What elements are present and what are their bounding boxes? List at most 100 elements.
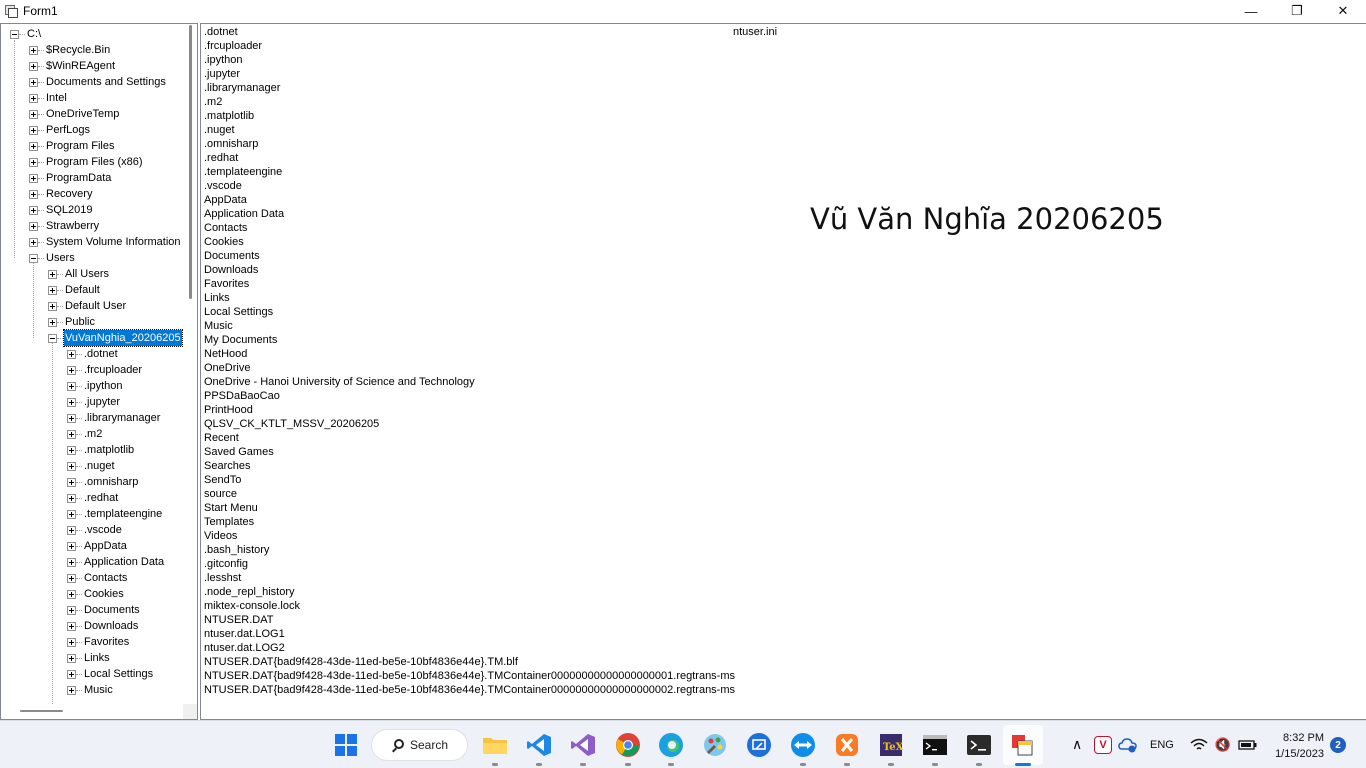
file-explorer-icon[interactable] (480, 730, 510, 760)
form-app-icon[interactable] (1008, 730, 1038, 760)
tree-node[interactable]: All Users (1, 266, 183, 282)
list-item[interactable]: Saved Games (204, 445, 274, 459)
expand-plus-icon[interactable] (29, 206, 38, 215)
list-item[interactable]: .matplotlib (204, 109, 254, 123)
tree-node[interactable]: .dotnet (1, 346, 183, 362)
expand-plus-icon[interactable] (67, 430, 76, 439)
expand-plus-icon[interactable] (48, 302, 57, 311)
xampp-icon[interactable] (832, 730, 862, 760)
scroll-thumb[interactable] (189, 25, 192, 299)
edge-icon[interactable] (656, 730, 686, 760)
list-item[interactable]: source (204, 487, 237, 501)
tree-node[interactable]: Downloads (1, 618, 183, 634)
list-item[interactable]: .frcuploader (204, 39, 262, 53)
expand-plus-icon[interactable] (67, 558, 76, 567)
list-item[interactable]: .nuget (204, 123, 235, 137)
list-item[interactable]: .jupyter (204, 67, 240, 81)
tree-node[interactable]: Users (1, 250, 183, 266)
speaker-muted-icon[interactable]: 🔇 (1214, 736, 1232, 754)
command-prompt-icon[interactable] (920, 730, 950, 760)
expand-plus-icon[interactable] (29, 94, 38, 103)
tree-node[interactable]: .nuget (1, 458, 183, 474)
expand-plus-icon[interactable] (67, 366, 76, 375)
expand-plus-icon[interactable] (67, 398, 76, 407)
tree-node[interactable]: .frcuploader (1, 362, 183, 378)
tree-node[interactable]: ProgramData (1, 170, 183, 186)
expand-plus-icon[interactable] (67, 622, 76, 631)
list-item[interactable]: NTUSER.DAT (204, 613, 273, 627)
tree-node[interactable]: Favorites (1, 634, 183, 650)
list-item[interactable]: PPSDaBaoCao (204, 389, 280, 403)
vietkey-icon[interactable]: V (1094, 736, 1112, 754)
list-item[interactable]: .node_repl_history (204, 585, 295, 599)
list-item[interactable]: Start Menu (204, 501, 258, 515)
list-item[interactable]: Local Settings (204, 305, 273, 319)
list-item[interactable]: Links (204, 291, 230, 305)
tree-node[interactable]: VuVanNghia_20206205 (1, 329, 183, 347)
tree-node[interactable]: .templateengine (1, 506, 183, 522)
expand-plus-icon[interactable] (29, 222, 38, 231)
scroll-thumb[interactable] (20, 710, 63, 712)
tree-node[interactable]: OneDriveTemp (1, 106, 183, 122)
tree-node[interactable]: System Volume Information (1, 234, 183, 250)
expand-plus-icon[interactable] (29, 78, 38, 87)
list-item[interactable]: NTUSER.DAT{bad9f428-43de-11ed-be5e-10bf4… (204, 683, 735, 697)
screen-recorder-icon[interactable] (744, 730, 774, 760)
list-item[interactable]: NetHood (204, 347, 247, 361)
collapse-minus-icon[interactable] (48, 334, 57, 343)
list-item[interactable]: PrintHood (204, 403, 253, 417)
tree-node[interactable]: Music (1, 682, 183, 698)
list-item[interactable]: Contacts (204, 221, 247, 235)
tree-vertical-scrollbar[interactable] (183, 25, 197, 703)
expand-plus-icon[interactable] (67, 446, 76, 455)
list-item[interactable]: ntuser.dat.LOG2 (204, 641, 285, 655)
terminal-icon[interactable] (964, 730, 994, 760)
tree-node[interactable]: SQL2019 (1, 202, 183, 218)
list-item[interactable]: Videos (204, 529, 237, 543)
expand-plus-icon[interactable] (67, 414, 76, 423)
expand-plus-icon[interactable] (29, 158, 38, 167)
expand-plus-icon[interactable] (67, 462, 76, 471)
tree-node[interactable]: .librarymanager (1, 410, 183, 426)
list-item[interactable]: Templates (204, 515, 254, 529)
list-item[interactable]: .librarymanager (204, 81, 280, 95)
list-item[interactable]: Documents (204, 249, 260, 263)
expand-plus-icon[interactable] (67, 606, 76, 615)
expand-plus-icon[interactable] (67, 686, 76, 695)
list-item[interactable]: Application Data (204, 207, 284, 221)
list-item[interactable]: .templateengine (204, 165, 282, 179)
list-item[interactable]: Music (204, 319, 233, 333)
tree-horizontal-scrollbar[interactable] (2, 704, 197, 719)
expand-plus-icon[interactable] (67, 478, 76, 487)
list-item[interactable]: SendTo (204, 473, 241, 487)
expand-plus-icon[interactable] (67, 590, 76, 599)
list-item[interactable]: ntuser.ini (733, 25, 777, 39)
battery-icon[interactable] (1238, 736, 1258, 754)
visual-studio-icon[interactable] (568, 730, 598, 760)
tree-node[interactable]: C:\ (1, 26, 183, 42)
expand-plus-icon[interactable] (29, 174, 38, 183)
notification-badge[interactable]: 2 (1330, 737, 1346, 753)
expand-plus-icon[interactable] (67, 382, 76, 391)
list-item[interactable]: .gitconfig (204, 557, 248, 571)
chrome-icon[interactable] (613, 730, 643, 760)
tree-node[interactable]: .jupyter (1, 394, 183, 410)
list-item[interactable]: Downloads (204, 263, 258, 277)
tree-node[interactable]: Public (1, 314, 183, 330)
tree-node[interactable]: Default (1, 282, 183, 298)
list-item[interactable]: .m2 (204, 95, 222, 109)
list-item[interactable]: miktex-console.lock (204, 599, 300, 613)
paint-icon[interactable] (700, 730, 730, 760)
list-item[interactable]: ntuser.dat.LOG1 (204, 627, 285, 641)
list-item[interactable]: .bash_history (204, 543, 269, 557)
expand-plus-icon[interactable] (67, 350, 76, 359)
tree-node[interactable]: Default User (1, 298, 183, 314)
list-item[interactable]: OneDrive (204, 361, 250, 375)
list-item[interactable]: QLSV_CK_KTLT_MSSV_20206205 (204, 417, 379, 431)
expand-plus-icon[interactable] (29, 62, 38, 71)
list-item[interactable]: OneDrive - Hanoi University of Science a… (204, 375, 475, 389)
list-item[interactable]: .omnisharp (204, 137, 258, 151)
tree-node[interactable]: .omnisharp (1, 474, 183, 490)
expand-plus-icon[interactable] (29, 46, 38, 55)
list-item[interactable]: My Documents (204, 333, 277, 347)
